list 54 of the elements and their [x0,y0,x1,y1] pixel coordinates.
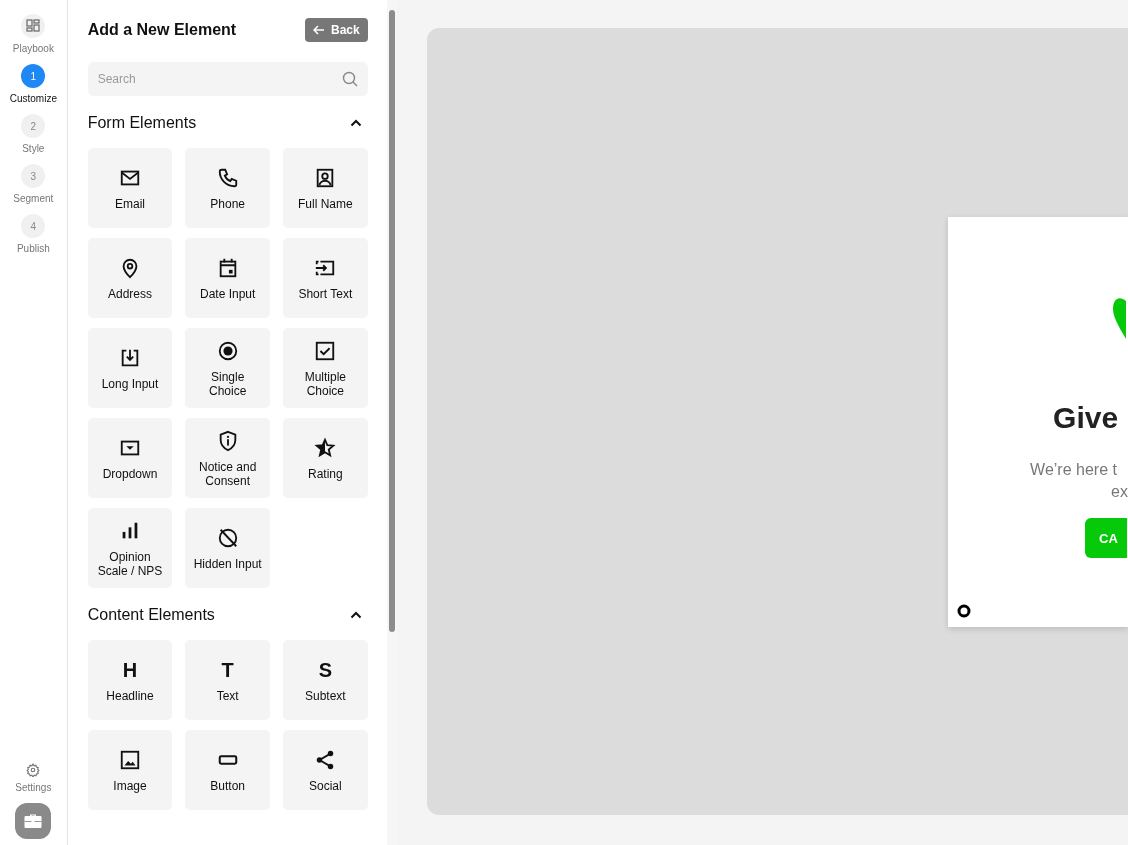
element-tile[interactable]: Opinion Scale / NPS [87,508,173,588]
popup-headline: Give [1053,401,1120,435]
search-icon [341,71,358,87]
logo-icon [957,604,972,618]
back-button[interactable]: Back [305,18,368,42]
letter-icon: S [318,658,332,682]
element-tile[interactable]: Image [87,730,173,810]
grid-icon [26,19,41,33]
settings-button[interactable]: Settings [15,763,52,793]
element-tile[interactable]: Date Input [185,238,270,318]
briefcase-icon [24,813,43,829]
element-tile[interactable]: Full Name [283,148,368,228]
heart-icon [1113,297,1127,341]
settings-icon [26,763,41,777]
scrollbar[interactable] [387,0,398,845]
chevron-up-icon [349,119,362,127]
hidden-icon [216,527,239,549]
section-header[interactable]: Content Elements [87,606,368,624]
element-tile[interactable]: Hidden Input [185,508,270,588]
arrow-left-icon [313,25,325,35]
element-tile[interactable]: Short Text [283,238,368,318]
search-field[interactable]: Search [87,62,368,96]
section-header[interactable]: Form Elements [87,114,368,132]
element-tile[interactable]: S Subtext [283,640,368,720]
element-tile[interactable]: T Text [185,640,270,720]
radio-button-icon [216,340,239,362]
popup-body-text: ex [1111,483,1128,501]
panel-title: Add a New Element [87,21,237,39]
element-tile[interactable]: Button [185,730,270,810]
element-tile[interactable]: H Headline [87,640,173,720]
chevron-up-icon [349,611,362,619]
phone-icon [216,167,239,189]
element-tile[interactable]: Notice and Consent [185,418,270,498]
element-tile[interactable]: Rating [283,418,368,498]
checkbox-icon [314,340,337,362]
rail-nav-item[interactable]: 4 Publish [16,214,50,254]
element-tile[interactable]: Multiple Choice [283,328,368,408]
element-tile[interactable]: Address [87,238,173,318]
letter-icon: H [122,658,138,682]
element-tile[interactable]: Phone [185,148,270,228]
download-box-icon [119,347,141,369]
element-tile[interactable]: Long Input [87,328,173,408]
rail-nav-item[interactable]: Playbook [12,14,54,54]
briefcase-button[interactable] [15,803,52,839]
letter-icon: T [221,658,234,682]
rail-nav-item[interactable]: 3 Segment [13,164,54,204]
element-tile[interactable]: Social [283,730,368,810]
rail-nav-item[interactable]: 1 Customize [9,64,57,104]
image-icon [119,749,141,771]
element-tile[interactable]: Single Choice [185,328,270,408]
element-tile[interactable]: Email [87,148,173,228]
popup-body-text: We’re here t [1030,461,1118,479]
star-icon [314,437,337,459]
element-tile[interactable]: Dropdown [87,418,173,498]
